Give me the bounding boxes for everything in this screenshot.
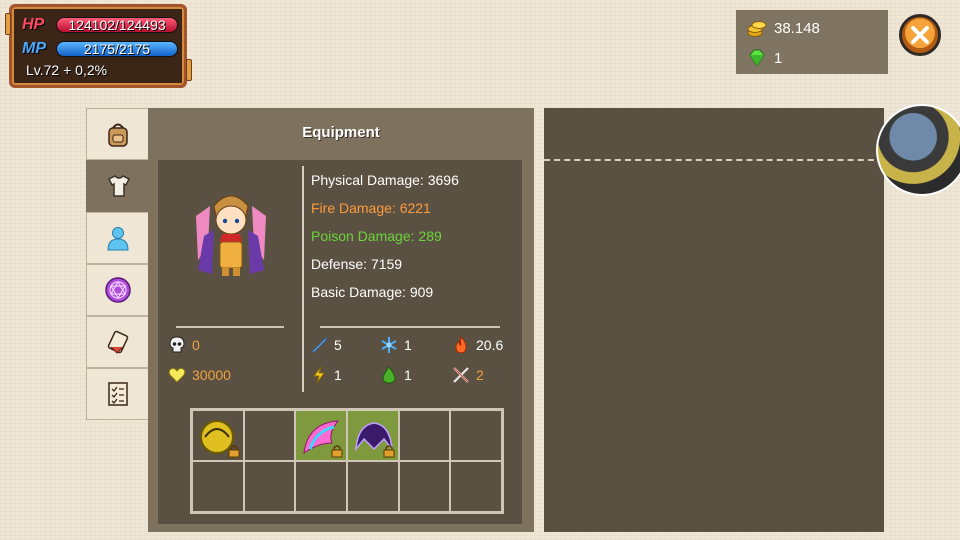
hp-row: HP 124102/124493 xyxy=(22,16,178,34)
close-button[interactable] xyxy=(899,14,941,56)
equip-slot-4[interactable] xyxy=(347,410,399,461)
equip-slot-9[interactable] xyxy=(295,461,347,512)
equip-slot-3[interactable] xyxy=(295,410,347,461)
lock-icon xyxy=(331,445,343,458)
lightning-icon xyxy=(312,366,325,384)
equip-slot-8[interactable] xyxy=(243,461,296,512)
skull-icon xyxy=(169,336,185,353)
hp-label: HP xyxy=(22,16,45,33)
gem-row: 1 xyxy=(746,46,782,70)
equip-slot-7[interactable] xyxy=(192,461,244,512)
tab-tasks[interactable] xyxy=(86,368,149,420)
equip-slot-11[interactable] xyxy=(398,461,451,512)
magic-circle-icon xyxy=(105,277,131,303)
tab-quests[interactable] xyxy=(86,316,149,368)
item-detail-panel xyxy=(544,108,884,532)
player-avatar[interactable] xyxy=(876,104,960,196)
equipment-panel: Equipment Physical Damage: 3696 Fire Dam… xyxy=(148,108,534,532)
checklist-icon xyxy=(108,382,128,406)
gem-amount: 1 xyxy=(774,49,783,67)
stat-basic-damage: Basic Damage: 909 xyxy=(311,284,433,300)
stat-poison-value: 289 xyxy=(418,228,442,244)
hud-pin-left xyxy=(5,13,11,35)
tab-equipment[interactable] xyxy=(86,160,150,212)
category-tabs xyxy=(86,108,150,420)
equip-slot-6[interactable] xyxy=(450,410,502,461)
green-gem-icon xyxy=(749,49,765,67)
lock-icon xyxy=(228,445,240,458)
hud-pin-right xyxy=(186,59,192,81)
stat-defense-value: 7159 xyxy=(370,256,403,272)
stat-poison-damage: Poison Damage: 289 xyxy=(311,228,442,244)
divider-vertical xyxy=(302,166,304,392)
stat-physical-value: 3696 xyxy=(427,172,459,188)
attr-ice: 1 xyxy=(380,336,412,354)
stat-physical-damage: Physical Damage: 3696 xyxy=(311,172,459,188)
kills-stat: 0 xyxy=(168,336,200,354)
gold-coins-icon xyxy=(747,21,767,37)
close-icon xyxy=(911,26,929,44)
player-status-hud: HP 124102/124493 MP 2175/2175 Lv.72 + 0,… xyxy=(5,4,192,88)
attr-poison: 1 xyxy=(380,366,412,384)
divider-left xyxy=(176,326,284,328)
attr-sword-value: 5 xyxy=(334,337,342,353)
stat-basic-label: Basic Damage: xyxy=(311,284,406,300)
heart-icon xyxy=(168,367,186,383)
stat-fire-value: 6221 xyxy=(399,200,431,216)
backpack-icon xyxy=(108,123,128,147)
flame-icon xyxy=(455,336,467,354)
attr-crossed-swords: 2 xyxy=(452,366,484,384)
level-indicator: Lv.72 + 0,2% xyxy=(26,62,108,78)
hero-sprite xyxy=(196,195,266,276)
attr-poison-value: 1 xyxy=(404,367,412,383)
gold-amount: 38.148 xyxy=(774,19,820,37)
stat-defense-label: Defense: xyxy=(311,256,368,272)
attr-lightning-value: 1 xyxy=(334,367,342,383)
health-stat: 30000 xyxy=(168,366,231,384)
stat-defense: Defense: 7159 xyxy=(311,256,402,272)
panel-title: Equipment xyxy=(302,124,380,141)
person-icon xyxy=(107,227,129,251)
stat-fire-damage: Fire Damage: 6221 xyxy=(311,200,431,216)
currency-box: 38.148 1 xyxy=(736,10,888,74)
attr-ice-value: 1 xyxy=(404,337,412,353)
tab-character[interactable] xyxy=(86,212,149,264)
poison-drop-icon xyxy=(382,366,396,384)
stat-physical-label: Physical Damage: xyxy=(311,172,424,188)
equip-slot-10[interactable] xyxy=(347,461,399,512)
attr-fire: 20.6 xyxy=(452,336,503,354)
sword-icon xyxy=(310,336,327,353)
stat-basic-value: 909 xyxy=(409,284,434,300)
health-value: 30000 xyxy=(192,367,231,383)
dashed-separator xyxy=(544,159,884,161)
scroll-icon xyxy=(107,330,129,354)
snowflake-icon xyxy=(381,337,397,353)
hp-bar: 124102/124493 xyxy=(56,17,178,33)
divider-right xyxy=(320,326,500,328)
equip-slot-12[interactable] xyxy=(450,461,502,512)
equip-slot-1[interactable] xyxy=(192,410,244,461)
kills-value: 0 xyxy=(192,337,200,353)
lock-icon xyxy=(383,445,395,458)
attr-fire-value: 20.6 xyxy=(476,337,504,353)
mp-label: MP xyxy=(22,40,46,57)
equip-slot-5[interactable] xyxy=(398,410,451,461)
equipment-inner: Physical Damage: 3696 Fire Damage: 6221 … xyxy=(158,160,522,524)
tab-skills[interactable] xyxy=(86,264,149,316)
gold-row: 38.148 xyxy=(746,16,820,40)
attr-lightning: 1 xyxy=(310,366,342,384)
tab-inventory[interactable] xyxy=(86,108,149,160)
stat-fire-label: Fire Damage: xyxy=(311,200,396,216)
stat-poison-label: Poison Damage: xyxy=(311,228,415,244)
equipment-slot-grid xyxy=(190,408,504,514)
crossed-swords-icon xyxy=(453,367,469,383)
mp-bar: 2175/2175 xyxy=(56,41,178,57)
attr-crossed-swords-value: 2 xyxy=(476,367,484,383)
mp-row: MP 2175/2175 xyxy=(22,40,178,58)
equip-slot-2[interactable] xyxy=(243,410,296,461)
armor-icon xyxy=(107,175,130,197)
attr-sword: 5 xyxy=(310,336,342,354)
